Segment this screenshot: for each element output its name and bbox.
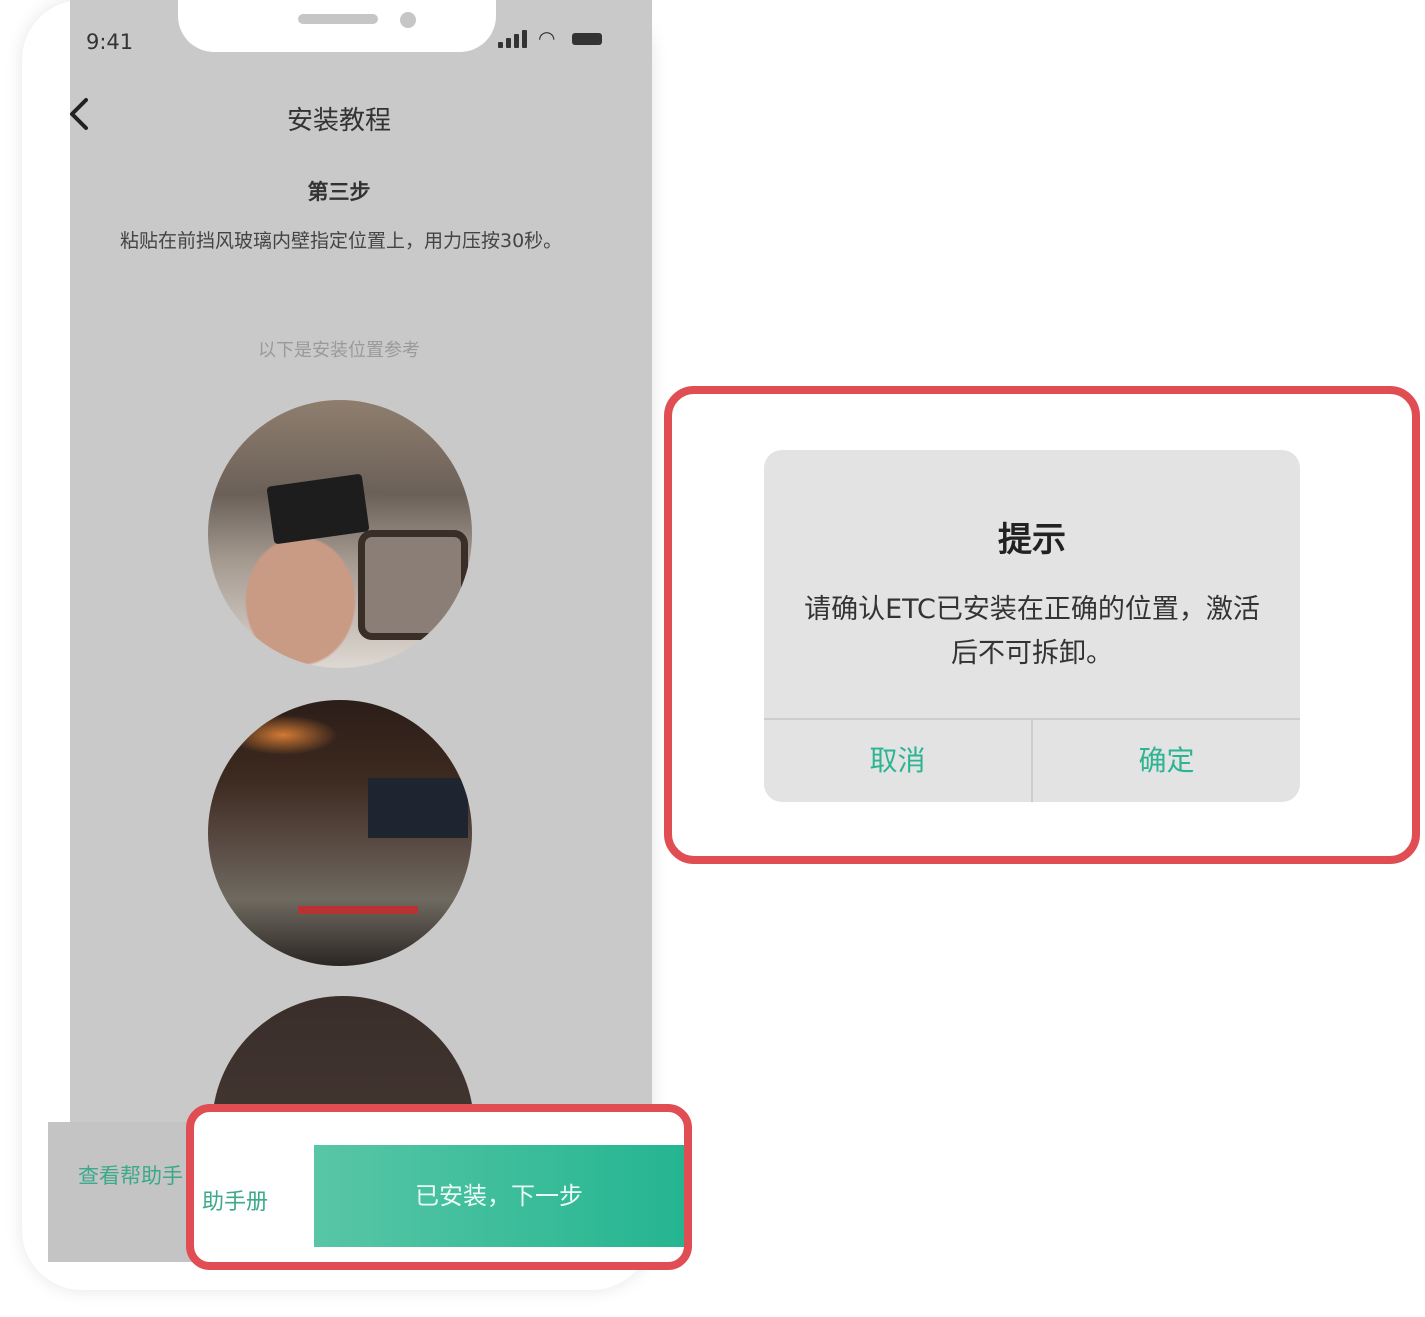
install-photo-2 — [208, 700, 472, 966]
signal-bar — [522, 30, 527, 48]
confirm-button[interactable]: 确定 — [1033, 720, 1300, 802]
help-link[interactable]: 查看帮助手 — [78, 1160, 183, 1190]
confirm-dialog: 提示 请确认ETC已安装在正确的位置，激活后不可拆卸。 取消 确定 — [764, 450, 1300, 802]
reference-caption: 以下是安装位置参考 — [258, 340, 420, 361]
photo-red-line — [298, 906, 418, 914]
step-title: 第三步 — [307, 180, 371, 204]
phone-notch — [178, 0, 496, 52]
help-manual-link[interactable]: 助手册 — [202, 1184, 268, 1216]
next-step-button[interactable]: 已安装，下一步 — [314, 1145, 684, 1247]
cancel-button[interactable]: 取消 — [764, 720, 1031, 802]
page-title: 安装教程 — [286, 106, 391, 136]
signal-bar — [506, 38, 511, 48]
speaker-icon — [298, 14, 378, 24]
status-time: 9:41 — [86, 30, 134, 54]
photo-glow — [228, 715, 338, 755]
signal-icon — [498, 42, 503, 48]
camera-icon — [400, 12, 416, 28]
rearview-mirror — [358, 530, 468, 640]
battery-icon — [572, 33, 602, 45]
install-photo-1 — [208, 400, 472, 668]
signal-bar — [514, 34, 519, 48]
etc-device — [266, 473, 370, 545]
wifi-icon: ◠ — [538, 26, 556, 50]
etc-device — [368, 778, 468, 838]
step-description: 粘贴在前挡风玻璃内壁指定位置上，用力压按30秒。 — [120, 230, 563, 252]
dialog-message: 请确认ETC已安装在正确的位置，激活后不可拆卸。 — [804, 594, 1260, 669]
dialog-title: 提示 — [998, 520, 1066, 560]
